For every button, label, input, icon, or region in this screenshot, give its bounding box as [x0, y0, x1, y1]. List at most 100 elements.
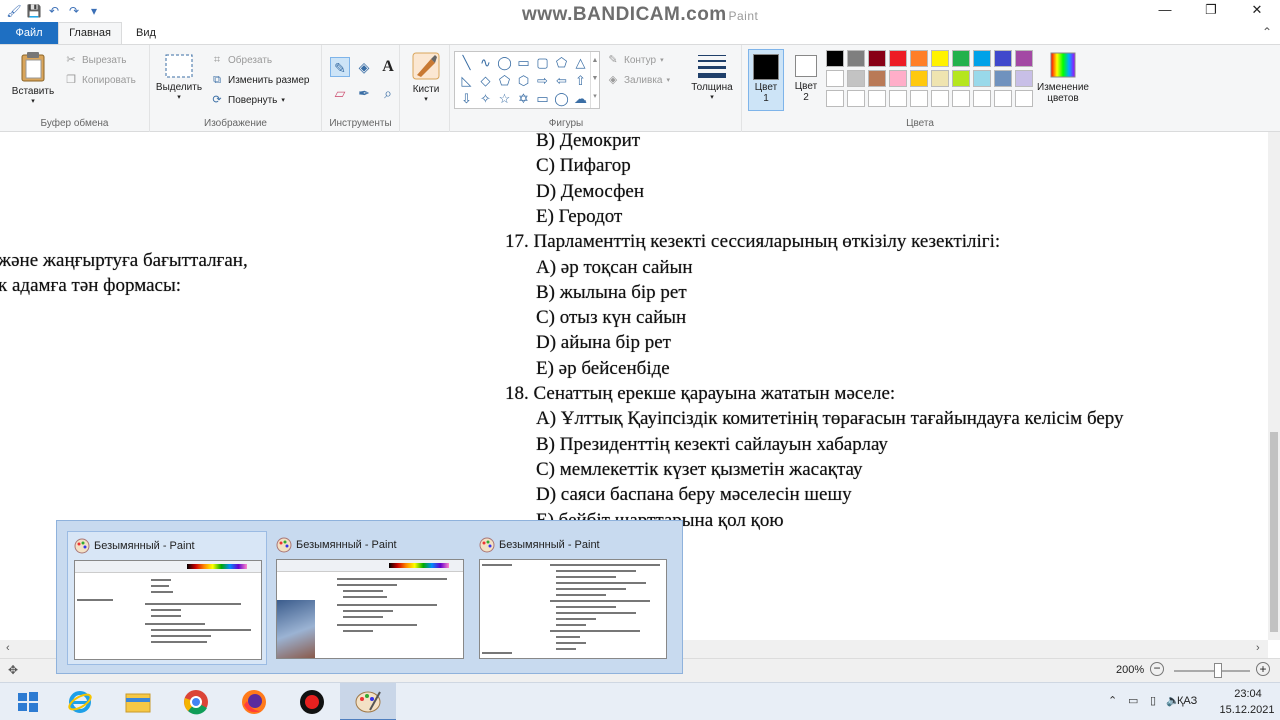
crop-button[interactable]: ⌗ Обрезать	[210, 53, 272, 67]
palette-swatch[interactable]	[889, 70, 907, 87]
vertical-scroll-thumb[interactable]	[1270, 432, 1278, 632]
vertical-scrollbar[interactable]	[1268, 132, 1280, 640]
redo-icon[interactable]: ↷	[66, 3, 82, 19]
show-hidden-icons[interactable]: ⌃	[1108, 694, 1117, 707]
tab-view[interactable]: Вид	[128, 22, 164, 44]
palette-swatch[interactable]	[910, 70, 928, 87]
tab-home[interactable]: Главная	[58, 22, 122, 44]
minimize-button[interactable]: —	[1142, 0, 1188, 22]
six-point-star-shape-icon[interactable]: ✡	[514, 90, 533, 108]
palette-swatch[interactable]	[931, 90, 949, 107]
outline-button[interactable]: ✎ Контур ▾	[606, 53, 663, 67]
collapse-ribbon-icon[interactable]: ⌃	[1262, 25, 1272, 39]
tab-file[interactable]: Файл	[0, 22, 58, 44]
copy-button[interactable]: ❐ Копировать	[64, 73, 136, 87]
cloud-callout-shape-icon[interactable]: ☁	[571, 90, 590, 108]
palette-swatch[interactable]	[826, 70, 844, 87]
color1-button[interactable]: Цвет 1	[748, 49, 784, 111]
oval-callout-shape-icon[interactable]: ◯	[552, 90, 571, 108]
taskbar-bandicam[interactable]	[284, 683, 340, 720]
palette-swatch[interactable]	[994, 50, 1012, 67]
palette-swatch[interactable]	[826, 50, 844, 67]
scroll-left-icon[interactable]: ‹	[6, 642, 10, 654]
zoom-slider-thumb[interactable]	[1214, 663, 1222, 678]
palette-swatch[interactable]	[994, 70, 1012, 87]
up-arrow-shape-icon[interactable]: ⇧	[571, 72, 590, 90]
shapes-scroll[interactable]: ▲ ▼ ▾	[590, 52, 599, 108]
right-arrow-shape-icon[interactable]: ⇨	[533, 72, 552, 90]
five-point-star-shape-icon[interactable]: ☆	[495, 90, 514, 108]
undo-icon[interactable]: ↶	[46, 3, 62, 19]
thickness-button[interactable]: Толщина ▾	[686, 53, 738, 101]
four-point-star-shape-icon[interactable]: ✧	[476, 90, 495, 108]
palette-swatch[interactable]	[847, 50, 865, 67]
eraser-icon[interactable]: ▱	[330, 83, 350, 103]
triangle-shape-icon[interactable]: △	[571, 54, 590, 72]
paste-button[interactable]: Вставить ▾	[8, 51, 58, 105]
color-picker-icon[interactable]: ✒	[354, 83, 374, 103]
taskbar-file-explorer[interactable]	[110, 683, 166, 720]
paint-app-icon[interactable]: 🖌	[6, 3, 22, 19]
edit-colors-button[interactable]: Изменение цветов	[1032, 51, 1094, 104]
rectangle-shape-icon[interactable]: ▭	[514, 54, 533, 72]
magnifier-icon[interactable]: ⌕	[378, 83, 398, 103]
fill-bucket-icon[interactable]: ◈	[354, 57, 374, 77]
palette-swatch[interactable]	[868, 70, 886, 87]
battery-icon[interactable]: ▯	[1150, 694, 1156, 707]
language-indicator[interactable]: ҚАЗ	[1177, 695, 1197, 707]
oval-shape-icon[interactable]: ◯	[495, 54, 514, 72]
diamond-shape-icon[interactable]: ◇	[476, 72, 495, 90]
text-tool-icon[interactable]: A	[378, 57, 398, 77]
palette-swatch[interactable]	[952, 70, 970, 87]
left-arrow-shape-icon[interactable]: ⇦	[552, 72, 571, 90]
palette-swatch[interactable]	[847, 70, 865, 87]
window-thumbnail-3[interactable]: Безымянный - Paint	[473, 531, 673, 665]
taskbar-internet-explorer[interactable]	[52, 683, 108, 720]
palette-swatch[interactable]	[826, 90, 844, 107]
window-thumbnail-2[interactable]: Безымянный - Paint	[270, 531, 470, 665]
network-icon[interactable]: ▭	[1128, 694, 1138, 707]
clock-date[interactable]: 15.12.2021	[1216, 704, 1278, 716]
polygon-shape-icon[interactable]: ⬠	[552, 54, 571, 72]
palette-swatch[interactable]	[868, 90, 886, 107]
palette-swatch[interactable]	[931, 70, 949, 87]
rotate-button[interactable]: ⟳ Повернуть ▾	[210, 93, 285, 107]
start-button[interactable]	[0, 683, 56, 720]
palette-swatch[interactable]	[1015, 90, 1033, 107]
color2-button[interactable]: Цвет 2	[788, 49, 824, 111]
right-triangle-shape-icon[interactable]: ◺	[457, 72, 476, 90]
curve-shape-icon[interactable]: ∿	[476, 54, 495, 72]
maximize-button[interactable]: ❐	[1188, 0, 1234, 22]
callout-shape-icon[interactable]: ▭	[533, 90, 552, 108]
pencil-icon[interactable]: ✎	[330, 57, 350, 77]
shapes-gallery[interactable]: ╲ ∿ ◯ ▭ ▢ ⬠ △ ◺ ◇ ⬠ ⬡ ⇨ ⇦ ⇧ ⇩ ✧ ☆ ✡ ▭ ◯ …	[454, 51, 600, 109]
brushes-button[interactable]: Кисти ▾	[406, 51, 446, 103]
zoom-in-button[interactable]: +	[1256, 662, 1270, 676]
select-button[interactable]: Выделить ▾	[154, 53, 204, 101]
palette-swatch[interactable]	[952, 50, 970, 67]
customize-qat-icon[interactable]: ▾	[86, 3, 102, 19]
fill-button[interactable]: ◈ Заливка ▾	[606, 73, 670, 87]
palette-swatch[interactable]	[931, 50, 949, 67]
palette-swatch[interactable]	[994, 90, 1012, 107]
palette-swatch[interactable]	[910, 90, 928, 107]
palette-swatch[interactable]	[1015, 50, 1033, 67]
hexagon-shape-icon[interactable]: ⬡	[514, 72, 533, 90]
down-arrow-shape-icon[interactable]: ⇩	[457, 90, 476, 108]
line-shape-icon[interactable]: ╲	[457, 54, 476, 72]
zoom-slider-track[interactable]	[1174, 670, 1250, 672]
scroll-right-icon[interactable]: ›	[1256, 642, 1260, 654]
palette-swatch[interactable]	[910, 50, 928, 67]
palette-swatch[interactable]	[889, 90, 907, 107]
palette-swatch[interactable]	[847, 90, 865, 107]
palette-swatch[interactable]	[1015, 70, 1033, 87]
pentagon-shape-icon[interactable]: ⬠	[495, 72, 514, 90]
palette-swatch[interactable]	[973, 90, 991, 107]
taskbar-firefox[interactable]	[226, 683, 282, 720]
palette-swatch[interactable]	[952, 90, 970, 107]
palette-swatch[interactable]	[973, 50, 991, 67]
save-icon[interactable]: 💾	[26, 3, 42, 19]
cut-button[interactable]: ✂ Вырезать	[64, 53, 126, 67]
clock-time[interactable]: 23:04	[1220, 688, 1276, 700]
close-button[interactable]: ✕	[1234, 0, 1280, 22]
